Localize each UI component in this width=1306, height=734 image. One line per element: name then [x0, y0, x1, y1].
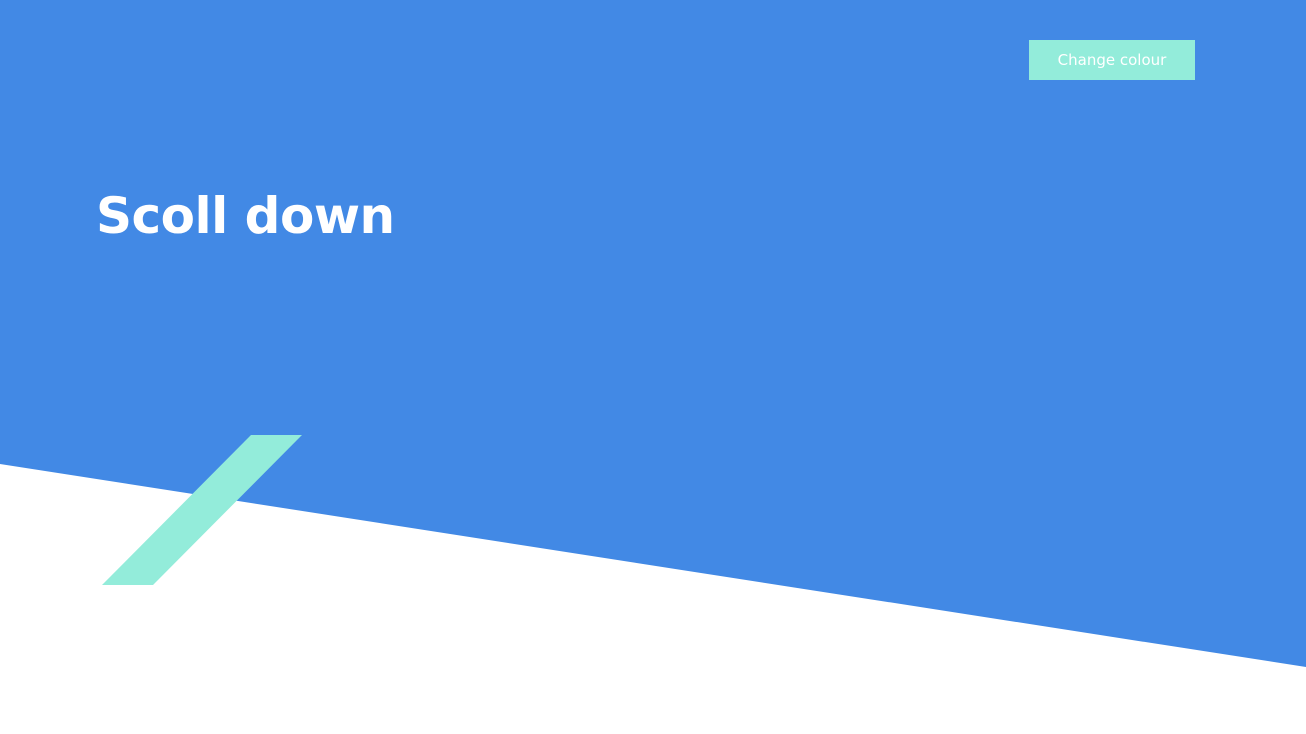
blue-slanted-panel [0, 0, 1306, 667]
page-title: Scoll down [96, 187, 395, 245]
change-colour-button[interactable]: Change colour [1029, 40, 1195, 80]
hero-background [0, 0, 1306, 667]
